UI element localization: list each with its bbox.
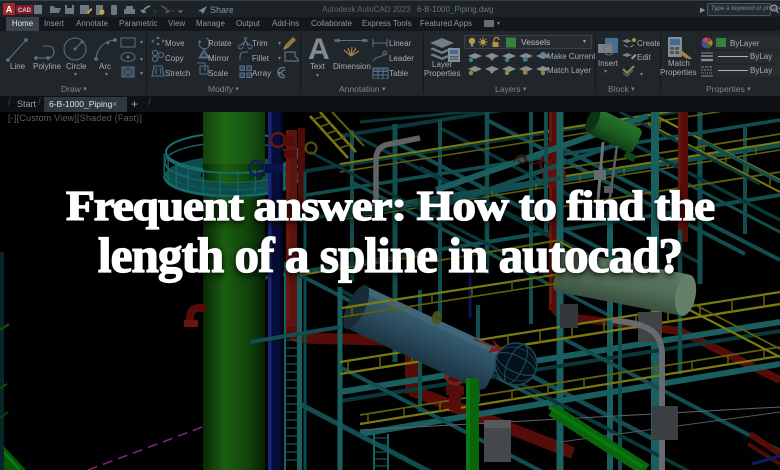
svg-text:▾: ▾: [140, 57, 143, 63]
svg-text:A: A: [6, 5, 13, 15]
svg-text:▾: ▾: [140, 40, 143, 46]
svg-text:▾: ▾: [140, 71, 143, 77]
svg-text:CAD: CAD: [18, 8, 32, 14]
svg-text:Share: Share: [210, 5, 233, 15]
